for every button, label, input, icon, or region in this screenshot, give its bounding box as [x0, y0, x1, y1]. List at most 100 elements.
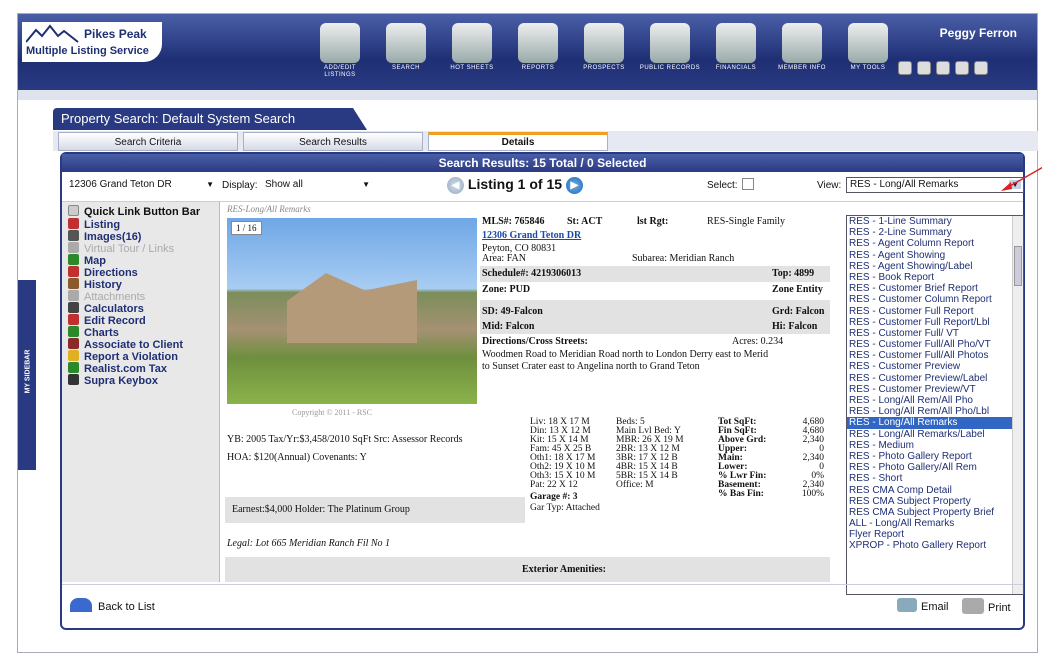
address-select[interactable]: 12306 Grand Teton DR ▼	[66, 178, 216, 194]
quick-link-icon	[68, 218, 79, 229]
acres: Acres: 0.234	[732, 336, 784, 347]
nav-public-records[interactable]: PUBLIC RECORDS	[638, 19, 702, 72]
view-option[interactable]: RES - Agent Showing	[847, 250, 1023, 261]
flag-icon[interactable]	[936, 61, 950, 75]
page-title: Property Search: Default System Search	[53, 108, 367, 130]
view-option[interactable]: RES - Customer Full/All Pho/VT	[847, 339, 1023, 350]
listing-photo[interactable]: 1 / 16	[227, 218, 477, 404]
tag-icon[interactable]	[917, 61, 931, 75]
tab-search-results[interactable]: Search Results	[243, 132, 423, 151]
view-option[interactable]: ALL - Long/All Remarks	[847, 518, 1023, 529]
view-option[interactable]: RES - Customer Brief Report	[847, 283, 1023, 294]
middle-school: Mid: Falcon	[482, 321, 535, 332]
nav-prospects[interactable]: PROSPECTS	[572, 19, 636, 72]
printer-icon	[962, 598, 984, 614]
view-option[interactable]: RES - Long/All Rem/All Pho	[847, 395, 1023, 406]
nav-icon	[650, 23, 690, 63]
report-name: RES-Long/All Remarks	[227, 204, 311, 214]
view-option[interactable]: RES - Customer Preview/Label	[847, 373, 1023, 384]
nav-member-info[interactable]: MEMBER INFO	[770, 19, 834, 72]
tab-details[interactable]: Details	[428, 132, 608, 151]
view-option[interactable]: RES - Customer Full/ VT	[847, 328, 1023, 339]
view-option[interactable]: RES - Book Report	[847, 272, 1023, 283]
logo-title: Pikes Peak	[84, 27, 147, 41]
logo-subtitle: Multiple Listing Service	[26, 45, 149, 57]
quick-link-supra-keybox[interactable]: Supra Keybox	[68, 374, 158, 387]
view-option[interactable]: RES CMA Subject Property	[847, 496, 1023, 507]
dropdown-scrollbar[interactable]	[1012, 216, 1023, 594]
quick-link-icon	[68, 278, 79, 289]
nav-reports[interactable]: REPORTS	[506, 19, 570, 72]
year-built: YB: 2005 Tax/Yr:$3,458/2010 SqFt Src: As…	[227, 434, 463, 445]
email-icon	[897, 598, 917, 612]
nav-search[interactable]: SEARCH	[374, 19, 438, 72]
nav-label: PUBLIC RECORDS	[639, 65, 701, 71]
view-option[interactable]: RES - Photo Gallery Report	[847, 451, 1023, 462]
nav-add-edit-listings[interactable]: ADD/EDIT LISTINGS	[308, 19, 372, 79]
high-school: Hi: Falcon	[772, 321, 818, 332]
chevron-down-icon: ▼	[206, 180, 214, 189]
view-option[interactable]: RES - Customer Full/All Photos	[847, 350, 1023, 361]
view-option[interactable]: Flyer Report	[847, 529, 1023, 540]
scroll-thumb[interactable]	[1014, 246, 1022, 286]
address-link[interactable]: 12306 Grand Teton DR	[482, 230, 581, 241]
menu-icon[interactable]	[974, 61, 988, 75]
back-to-list-button[interactable]: Back to List	[70, 598, 155, 613]
tools-icon[interactable]	[898, 61, 912, 75]
previous-listing-icon[interactable]: ◀	[447, 176, 464, 194]
user-name[interactable]: Peggy Ferron	[940, 26, 1017, 40]
select-checkbox[interactable]	[742, 178, 754, 190]
copyright: Copyright © 2011 - RSC	[292, 408, 373, 417]
list-right: lst Rgt:	[637, 216, 669, 227]
my-sidebar-tab[interactable]: MY SIDEBAR	[18, 280, 36, 470]
view-option[interactable]: RES - 1-Line Summary	[847, 216, 1023, 227]
next-listing-icon[interactable]: ▶	[565, 176, 583, 194]
mls-logo[interactable]: Pikes Peak Multiple Listing Service	[22, 22, 162, 62]
legal: Legal: Lot 665 Meridian Ranch Fil No 1	[227, 538, 391, 549]
view-option[interactable]: RES - Agent Column Report	[847, 238, 1023, 249]
zone: Zone: PUD	[482, 284, 531, 295]
view-option[interactable]: RES - Customer Preview	[847, 361, 1023, 372]
directions-line-2: to Sunset Crater east to Angelina north …	[482, 361, 700, 372]
quick-link-title-text: Quick Link Button Bar	[84, 206, 201, 218]
nav-hot-sheets[interactable]: HOT SHEETS	[440, 19, 504, 72]
view-option[interactable]: RES - Agent Showing/Label	[847, 261, 1023, 272]
my-sidebar-label: MY SIDEBAR	[24, 349, 32, 394]
back-arrow-icon	[70, 598, 92, 612]
view-option[interactable]: RES - Short	[847, 473, 1023, 484]
quick-link-title: Quick Link Button Bar	[68, 205, 200, 218]
print-button[interactable]: Print	[962, 598, 1011, 614]
view-option[interactable]: RES - Long/All Rem/All Pho/Lbl	[847, 406, 1023, 417]
red-arrow-annotation	[1001, 166, 1042, 191]
view-option[interactable]: RES - 2-Line Summary	[847, 227, 1023, 238]
view-option[interactable]: XPROP - Photo Gallery Report	[847, 540, 1023, 551]
display-select[interactable]: Show all ▼	[262, 178, 372, 194]
zone-entity: Zone Entity	[772, 284, 823, 295]
view-option[interactable]: RES CMA Comp Detail	[847, 485, 1023, 496]
nav-financials[interactable]: FINANCIALS	[704, 19, 768, 72]
grade-school: Grd: Falcon	[772, 306, 825, 317]
view-option[interactable]: RES - Medium	[847, 440, 1023, 451]
tab-search-criteria[interactable]: Search Criteria	[58, 132, 238, 151]
nav-icon	[518, 23, 558, 63]
view-option[interactable]: RES - Long/All Remarks	[847, 417, 1023, 429]
minus-icon[interactable]	[68, 205, 79, 216]
view-option[interactable]: RES - Customer Full Report/Lbl	[847, 317, 1023, 328]
view-option[interactable]: RES - Photo Gallery/All Rem	[847, 462, 1023, 473]
listing-navigator: ◀ Listing 1 of 15 ▶	[447, 176, 583, 194]
email-button[interactable]: Email	[897, 598, 949, 613]
nav-icon	[848, 23, 888, 63]
nav-my-tools[interactable]: MY TOOLS	[836, 19, 900, 72]
view-option[interactable]: RES - Long/All Remarks/Label	[847, 429, 1023, 440]
view-option[interactable]: RES - Customer Preview/VT	[847, 384, 1023, 395]
footer-bar: Back to List Email Print	[62, 584, 1023, 630]
view-option[interactable]: RES - Customer Column Report	[847, 294, 1023, 305]
schedule-number[interactable]: Schedule#: 4219306013	[482, 268, 581, 279]
view-value: RES - Long/All Remarks	[850, 179, 959, 190]
label-icon[interactable]	[955, 61, 969, 75]
view-option[interactable]: RES CMA Subject Property Brief	[847, 507, 1023, 518]
sqft-values: 4,680 4,680 2,340 0 2,340 0 0% 2,340 100%	[790, 417, 824, 499]
address-value: 12306 Grand Teton DR	[69, 179, 172, 190]
house-image	[287, 273, 417, 343]
view-option[interactable]: RES - Customer Full Report	[847, 306, 1023, 317]
